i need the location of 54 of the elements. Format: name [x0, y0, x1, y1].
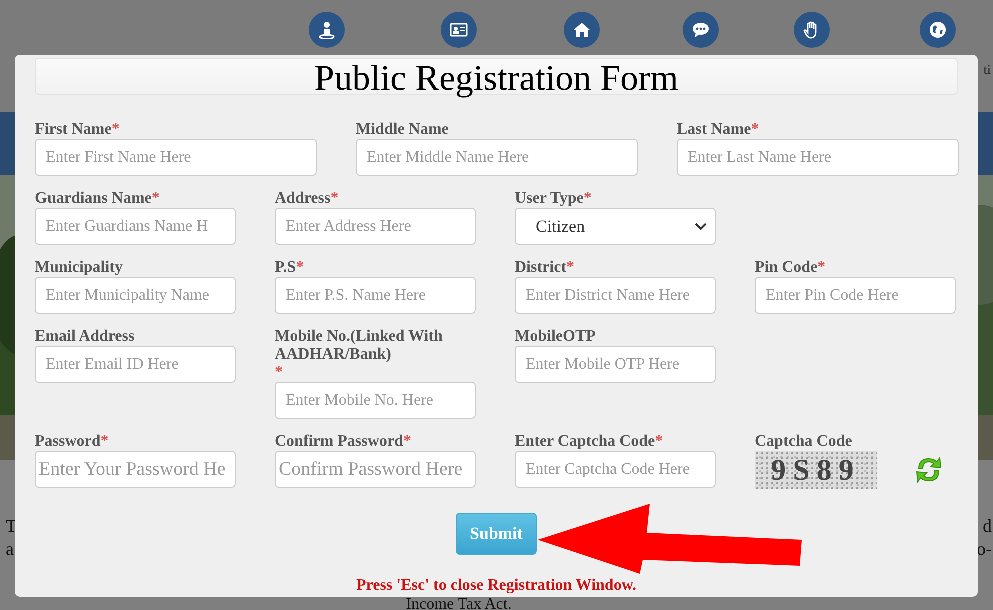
field-label: Guardians Name*: [35, 190, 161, 208]
user-type-dropdown[interactable]: Citizen: [515, 208, 716, 245]
person-icon: [318, 21, 336, 39]
input-field[interactable]: Enter Pin Code Here: [755, 277, 956, 314]
field-label: Email Address: [35, 328, 136, 346]
field-label: Captcha Code: [755, 433, 854, 451]
field-label: Confirm Password*: [275, 433, 412, 451]
password-field[interactable]: Enter Your Password He: [35, 451, 236, 488]
background-text: ti: [984, 61, 991, 79]
chat-icon: [692, 21, 710, 39]
field-label: Middle Name: [356, 121, 450, 139]
chevron-down-icon: [695, 222, 707, 230]
field-label: Enter Captcha Code*: [515, 433, 664, 451]
field-label: Mobile No.(Linked With AADHAR/Bank) *: [275, 328, 444, 382]
field-label: Password*: [35, 433, 110, 451]
input-field[interactable]: Enter Email ID Here: [35, 346, 236, 383]
input-field[interactable]: Enter District Name Here: [515, 277, 716, 314]
field-label: Last Name*: [677, 121, 760, 139]
nav-button[interactable]: [309, 12, 345, 48]
nav-button[interactable]: [564, 12, 600, 48]
captcha-image: 9S89: [755, 451, 877, 489]
hint-text: Press 'Esc' to close Registration Window.: [356, 577, 638, 595]
background-text: d: [983, 515, 992, 538]
field-label: Municipality: [35, 259, 124, 277]
input-field[interactable]: Enter Middle Name Here: [356, 139, 638, 176]
field-label: Address*: [275, 190, 340, 208]
nav-button[interactable]: [794, 12, 830, 48]
input-field[interactable]: Enter Municipality Name: [35, 277, 236, 314]
input-field[interactable]: Enter Mobile No. Here: [275, 382, 476, 419]
field-label: User Type*: [515, 190, 593, 208]
input-field[interactable]: Enter P.S. Name Here: [275, 277, 476, 314]
field-label: District*: [515, 259, 576, 277]
nav-button[interactable]: [920, 12, 956, 48]
nav-button[interactable]: [683, 12, 719, 48]
form-title: Public Registration Form: [314, 60, 678, 96]
field-label: Pin Code*: [755, 259, 827, 277]
input-field[interactable]: Enter Address Here: [275, 208, 476, 245]
field-label: First Name*: [35, 121, 121, 139]
input-field[interactable]: Enter Mobile OTP Here: [515, 346, 716, 383]
nav-button[interactable]: [441, 12, 477, 48]
password-field[interactable]: Confirm Password Here: [275, 451, 476, 488]
input-field[interactable]: Enter Guardians Name H: [35, 208, 236, 245]
home-icon: [573, 21, 591, 39]
field-label: P.S*: [275, 259, 306, 277]
refresh-icon[interactable]: [915, 455, 943, 485]
id-card-icon: [450, 21, 468, 39]
input-field[interactable]: Enter Last Name Here: [677, 139, 959, 176]
background-text: Income Tax Act.: [405, 598, 513, 610]
input-field[interactable]: Enter Captcha Code Here: [515, 451, 716, 488]
background-text: a: [6, 538, 14, 561]
input-field[interactable]: Enter First Name Here: [35, 139, 317, 176]
background-text: o-: [977, 538, 992, 561]
globe-icon: [929, 21, 947, 39]
field-label: MobileOTP: [515, 328, 597, 346]
